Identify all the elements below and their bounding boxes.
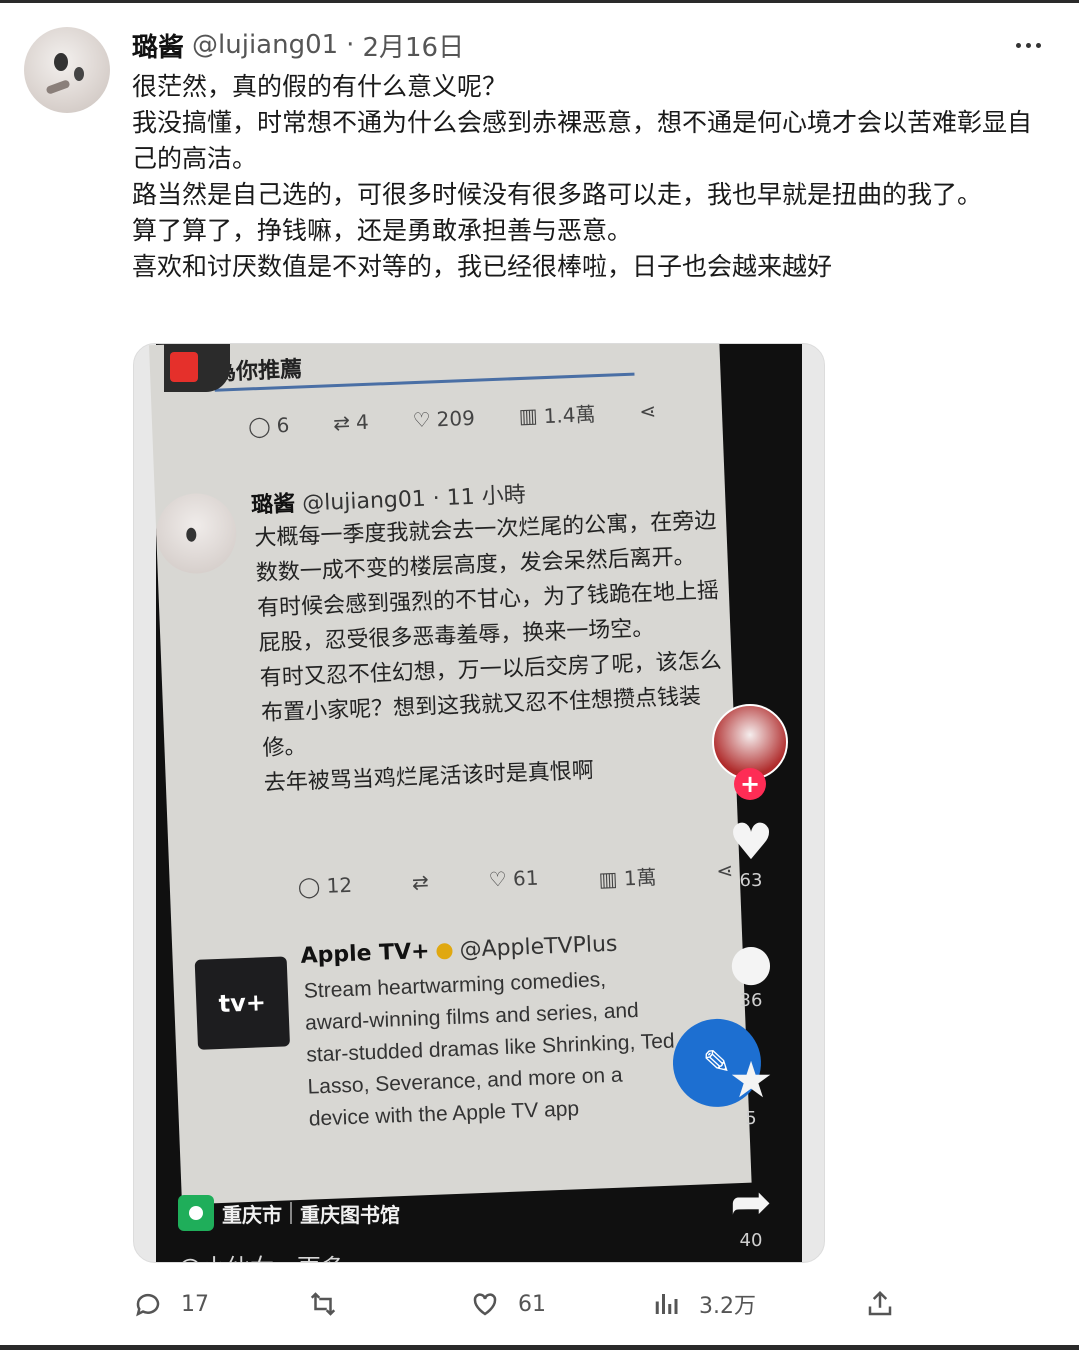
comment-icon: ● 36 [716,934,786,1011]
bottom-divider [0,1345,1079,1350]
apple-tv-logo-text: tv+ [218,988,267,1018]
date-separator: · [346,30,355,60]
star-icon: ★ 5 [716,1052,786,1129]
ad-name: Apple TV+ [300,938,431,969]
comment-count: 36 [739,990,763,1011]
reply-count: 17 [181,1291,209,1317]
views-button[interactable]: 3.2万 [651,1283,756,1325]
heart-icon: ♡ 61 [488,865,539,892]
retweet-count: 4 [355,409,370,434]
retweet-button[interactable] [308,1283,338,1325]
tweet-paragraph: 很茫然，真的假的有什么意义呢？ [132,72,508,101]
views-count: 1萬 [623,865,657,891]
location-bar: 重庆市 重庆图书馆 [178,1190,400,1236]
avatar[interactable] [24,27,110,113]
tweet-paragraph: 我没搞懂，时常想不通为什么会感到赤裸恶意，想不通是何心境才会以苦难彰显自己的高洁… [132,108,1033,173]
verified-icon [436,942,453,960]
location-divider [290,1202,292,1224]
retweet-icon: ⇄ [411,869,430,895]
embedded-time: · 11 小時 [432,482,527,512]
heart-icon [473,1293,497,1316]
like-count: 209 [436,405,476,431]
more-icon[interactable] [1010,27,1046,63]
embedded-text: 大概每一季度我就会去一次烂尾的公寓，在旁边数数一成不变的楼层高度，发会呆然后离开… [254,503,734,801]
share-icon [868,1290,892,1316]
tweet-paragraph: 算了算了，挣钱嘛，还是勇敢承担善与恶意。 [132,216,633,245]
tweet-text: 很茫然，真的假的有什么意义呢？ 我没搞懂，时常想不通为什么会感到赤裸恶意，想不通… [132,69,1037,285]
screen-photo: 為你推薦 ◯ 6 ⇄ 4 ♡ 209 ▥ 1.4萬 ⋖ 璐酱 @lujiang01 · … [149,344,763,1205]
like-count: 61 [512,865,539,891]
reply-icon: ◯ 12 [297,872,353,899]
embedded-author: 璐酱 [250,491,296,519]
share-icon: ⋖ [638,398,657,423]
like-button[interactable]: 61 [470,1283,546,1325]
author-handle[interactable]: @lujiang01 [192,30,338,60]
photo-content: 為你推薦 ◯ 6 ⇄ 4 ♡ 209 ▥ 1.4萬 ⋖ 璐酱 @lujiang01 · … [149,344,802,1262]
tweet-paragraph: 喜欢和讨厌数值是不对等的，我已经很棒啦，日子也会越来越好 [132,252,833,281]
views-icon: ▥ 1.4萬 [518,398,596,430]
tweet-paragraph: 路当然是自己选的，可很多时候没有很多路可以走，我也早就是扭曲的我了。 [132,180,983,209]
views-count: 1.4萬 [543,402,596,429]
ad-handle: @AppleTVPlus [459,931,618,963]
embedded-stats: ◯ 12 ⇄ ♡ 61 ▥ 1萬 ⋖ [297,858,733,904]
location-city: 重庆市 [222,1202,282,1227]
apple-tv-logo: tv+ [194,956,291,1050]
follow-plus-icon: + [734,768,766,800]
heart-icon: ♡ 209 [412,405,476,432]
share-arrow-icon: ➦ 40 [716,1174,786,1251]
views-icon [655,1294,678,1314]
share-count: 40 [739,1230,763,1251]
tweet-header: 璐酱 @lujiang01 · 2月16日 [132,27,464,63]
media-photo[interactable]: 為你推薦 ◯ 6 ⇄ 4 ♡ 209 ▥ 1.4萬 ⋖ 璐酱 @lujiang01 · … [133,343,825,1263]
ad-header: Apple TV+ @AppleTVPlus [300,932,618,969]
cutoff-text: @小仙女 · 更多 [178,1248,345,1262]
action-bar: 17 61 3.2万 [133,1283,893,1325]
share-button[interactable] [865,1283,895,1325]
reply-count: 6 [276,412,290,437]
embedded-paragraph: 有时又忍不住幻想，万一以后交房了呢，该怎么布置小家呢？想到这我就又忍不住想攒点钱… [259,648,723,762]
heart-icon: ♥ 63 [716,814,786,891]
reply-icon [136,1293,160,1317]
reply-button[interactable]: 17 [133,1283,209,1325]
reply-icon: ◯ 6 [247,412,290,438]
tweet-card: 璐酱 @lujiang01 · 2月16日 很茫然，真的假的有什么意义呢？ 我没… [0,0,1079,1350]
views-icon: ▥ 1萬 [598,865,657,892]
retweet-icon [310,1292,336,1316]
embedded-top-stats: ◯ 6 ⇄ 4 ♡ 209 ▥ 1.4萬 ⋖ [248,396,657,441]
author-name[interactable]: 璐酱 [132,27,184,64]
location-pin-icon [178,1195,214,1231]
like-count: 61 [518,1291,546,1317]
favorite-count: 5 [745,1108,757,1129]
embedded-avatar [154,492,238,576]
tweet-date[interactable]: 2月16日 [362,27,464,64]
like-count: 63 [739,870,763,891]
embedded-handle: @lujiang01 [301,486,427,517]
location-place: 重庆图书馆 [300,1202,400,1227]
retweet-icon: ⇄ 4 [332,409,370,435]
views-count: 3.2万 [699,1294,756,1319]
reply-count: 12 [326,872,353,898]
red-envelope-icon [164,344,230,392]
